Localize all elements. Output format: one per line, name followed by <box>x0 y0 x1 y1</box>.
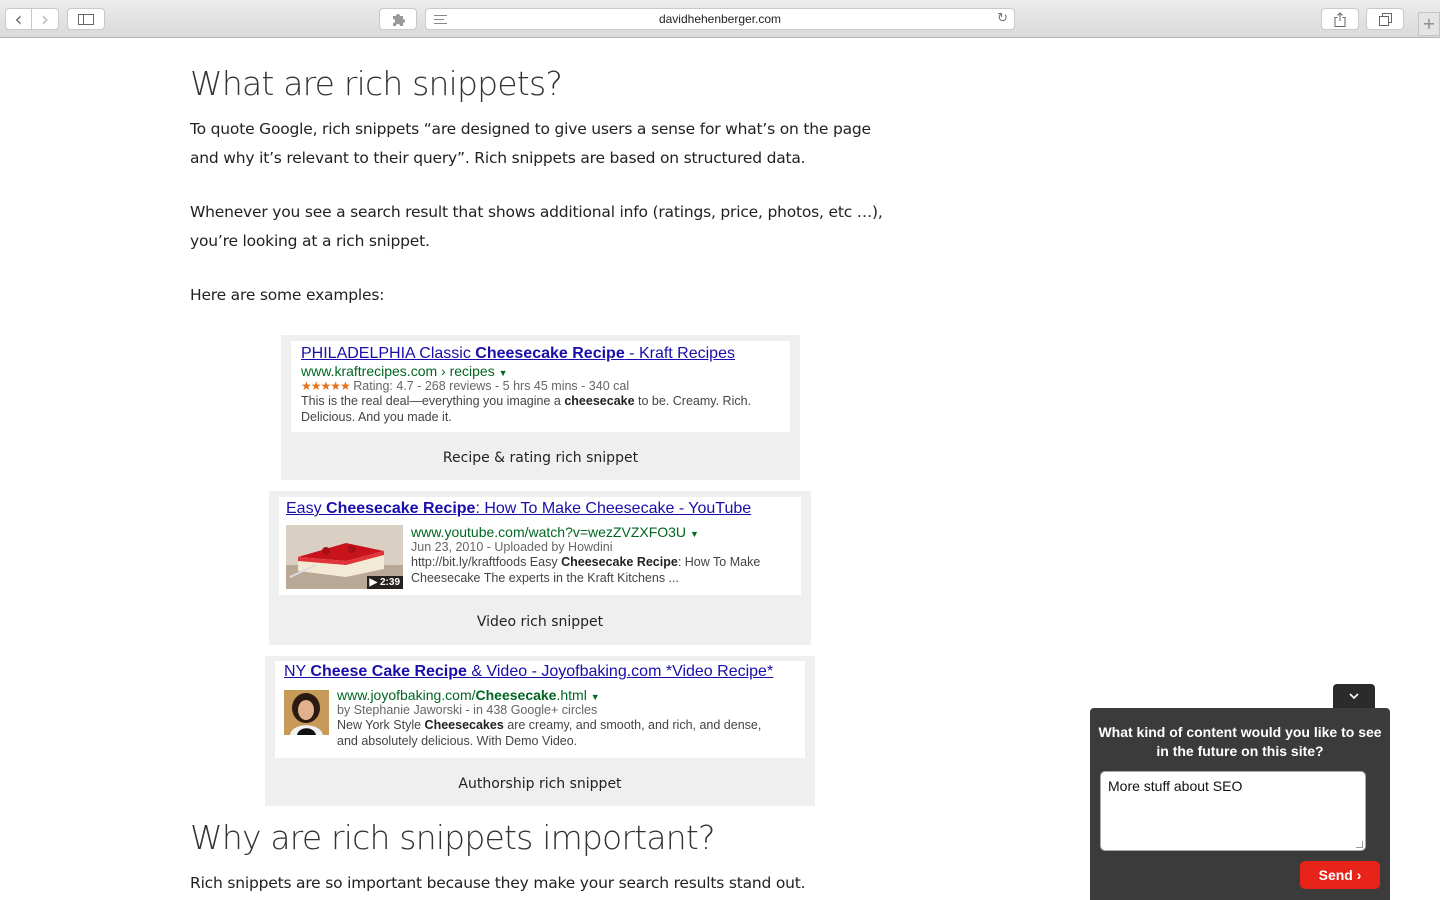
address-bar[interactable]: davidhehenberger.com ↻ <box>425 8 1015 30</box>
result-description: This is the real deal—everything you ima… <box>301 394 752 424</box>
example-figure-video: Easy Cheesecake Recipe: How To Make Chee… <box>269 491 811 645</box>
forward-button[interactable]: › <box>32 8 59 30</box>
new-tab-button[interactable]: + <box>1418 12 1440 36</box>
forward-icon: › <box>41 7 49 31</box>
paragraph-line: and why it’s relevant to their query”. R… <box>190 149 806 167</box>
browser-toolbar: ‹ › davidhehenberger.com ↻ + <box>0 0 1440 38</box>
result-description: New York Style Cheesecakes are creamy, a… <box>337 718 762 748</box>
nav-buttons: ‹ › <box>5 8 59 30</box>
figure-caption: Authorship rich snippet <box>458 776 622 792</box>
feedback-collapse-button[interactable] <box>1333 684 1375 710</box>
example-figure-recipe: PHILADELPHIA Classic Cheesecake Recipe -… <box>281 335 800 480</box>
search-result-card: Easy Cheesecake Recipe: How To Make Chee… <box>279 497 801 595</box>
sidebar-icon <box>78 13 94 25</box>
paragraph-examples-intro: Here are some examples: <box>190 286 385 304</box>
result-rating: ★★★★★ Rating: 4.7 - 268 reviews - 5 hrs … <box>301 379 630 393</box>
figure-caption: Video rich snippet <box>476 614 604 630</box>
result-author-info: by Stephanie Jaworski - in 438 Google+ c… <box>337 703 598 717</box>
paragraph-why: Rich snippets are so important because t… <box>190 874 806 892</box>
search-result-card: PHILADELPHIA Classic Cheesecake Recipe -… <box>291 341 790 432</box>
result-upload-info: Jun 23, 2010 - Uploaded by Howdini <box>411 540 613 554</box>
result-title-link[interactable]: NY Cheese Cake Recipe & Video - Joyofbak… <box>284 663 796 681</box>
paragraph-line: you’re looking at a rich snippet. <box>190 232 430 250</box>
result-url: www.joyofbaking.com/Cheesecake.html ▼ <box>337 687 600 703</box>
author-avatar-image <box>284 690 329 735</box>
back-button[interactable]: ‹ <box>5 8 32 30</box>
paragraph-line: Whenever you see a search result that sh… <box>190 203 883 221</box>
video-duration-badge: ▶ 2:39 <box>366 576 403 589</box>
result-url: www.youtube.com/watch?v=wezZVZXFO3U ▼ <box>411 524 699 540</box>
tabs-overview-button[interactable] <box>1366 8 1404 30</box>
share-button[interactable] <box>1321 8 1359 30</box>
resize-grip-icon[interactable] <box>1356 841 1363 848</box>
tabs-icon <box>1378 12 1392 26</box>
url-text: davidhehenberger.com <box>658 12 782 26</box>
result-title-link[interactable]: Easy Cheesecake Recipe: How To Make Chee… <box>286 500 794 518</box>
paragraph-line: To quote Google, rich snippets “are desi… <box>190 120 871 138</box>
search-result-card: NY Cheese Cake Recipe & Video - Joyofbak… <box>275 661 805 758</box>
feedback-textarea[interactable]: More stuff about SEO <box>1100 771 1366 851</box>
figure-caption: Recipe & rating rich snippet <box>442 450 639 466</box>
feedback-answer-text: More stuff about SEO <box>1108 778 1243 794</box>
rating-stars-icon: ★★★★★ <box>301 379 351 393</box>
author-photo[interactable] <box>284 690 329 735</box>
result-title-link[interactable]: PHILADELPHIA Classic Cheesecake Recipe -… <box>301 345 780 363</box>
extensions-button[interactable] <box>379 8 417 30</box>
reload-icon[interactable]: ↻ <box>997 11 1008 26</box>
feedback-question: What kind of content would you like to s… <box>1098 724 1382 759</box>
example-figure-authorship: NY Cheese Cake Recipe & Video - Joyofbak… <box>265 656 815 806</box>
share-icon <box>1334 11 1346 27</box>
back-icon: ‹ <box>14 7 23 31</box>
result-description: http://bit.ly/kraftfoods Easy Cheesecake… <box>411 555 761 585</box>
video-thumbnail[interactable]: ▶ 2:39 <box>286 525 403 589</box>
feedback-widget: What kind of content would you like to s… <box>1090 708 1390 900</box>
heading-why-rich-snippets-important: Why are rich snippets important? <box>190 818 716 857</box>
result-url: www.kraftrecipes.com › recipes ▼ <box>301 363 508 379</box>
sidebar-toggle-button[interactable] <box>67 8 105 30</box>
chevron-down-icon <box>1349 693 1359 700</box>
puzzle-icon <box>393 14 405 26</box>
send-button[interactable]: Send › <box>1300 861 1380 889</box>
heading-what-are-rich-snippets: What are rich snippets? <box>190 64 563 103</box>
